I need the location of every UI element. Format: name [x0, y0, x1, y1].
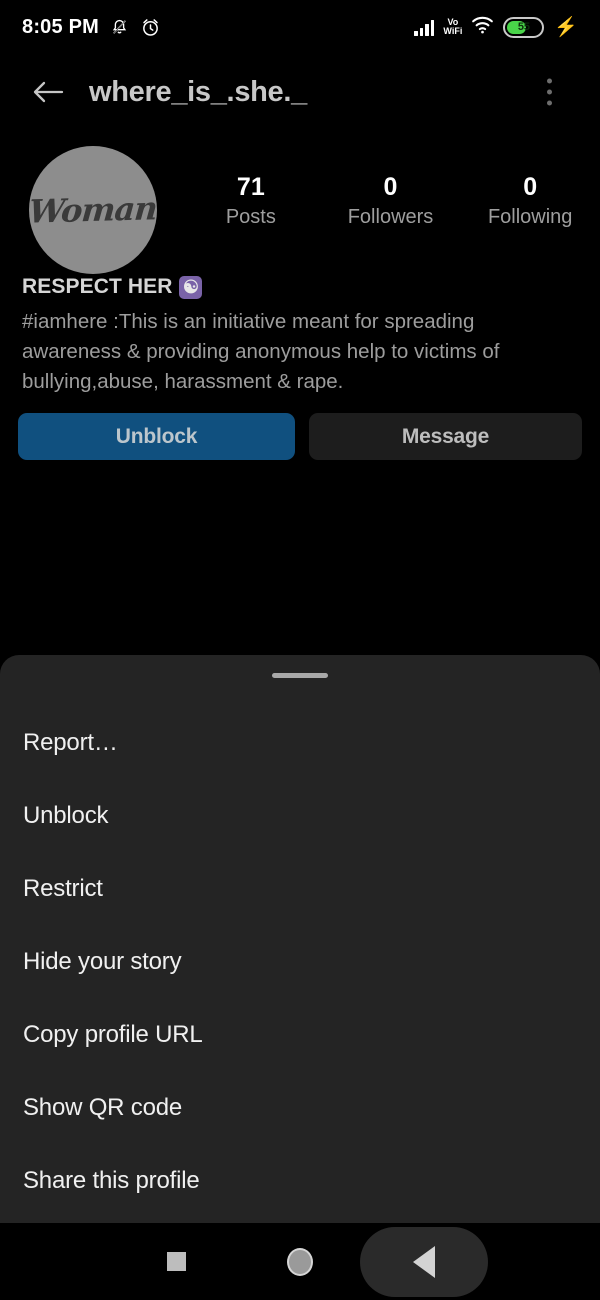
bottom-sheet: Report… Unblock Restrict Hide your story… — [0, 655, 600, 1223]
stat-followers-label: Followers — [347, 206, 434, 228]
bio-title-row: RESPECT HER ☯ — [22, 274, 578, 300]
back-arrow-icon[interactable] — [20, 64, 76, 120]
avatar-label: Woman — [29, 189, 157, 231]
message-button[interactable]: Message — [309, 413, 582, 460]
bio-title: RESPECT HER — [22, 275, 173, 298]
app-bar: where_is_.she._ — [0, 54, 600, 130]
stat-following[interactable]: 0 Following — [460, 172, 600, 232]
stat-posts[interactable]: 71 Posts — [181, 172, 321, 232]
vowifi-indicator: Vo WiFi — [443, 17, 463, 37]
battery-indicator: 55 — [503, 16, 545, 38]
profile-stats: 71 Posts 0 Followers 0 Following — [181, 172, 600, 232]
stat-followers[interactable]: 0 Followers — [321, 172, 461, 232]
charging-bolt-icon: ⚡ — [554, 16, 578, 38]
stat-posts-label: Posts — [225, 206, 276, 228]
menu-item-show-qr-code[interactable]: Show QR code — [0, 1071, 600, 1144]
profile-actions: Unblock Message — [18, 413, 582, 460]
status-bar: 8:05 PM Vo WiFi 55 ⚡ — [0, 0, 600, 54]
status-bar-clock: 8:05 PM — [22, 15, 99, 38]
profile-bio: RESPECT HER ☯ #iamhere :This is an initi… — [22, 274, 578, 397]
square-recents-icon[interactable] — [128, 1229, 224, 1295]
menu-item-copy-profile-url[interactable]: Copy profile URL — [0, 998, 600, 1071]
vowifi-line2: WiFi — [443, 26, 463, 36]
status-bar-right: Vo WiFi 55 ⚡ — [414, 15, 578, 39]
menu-item-restrict[interactable]: Restrict — [0, 852, 600, 925]
profile-header: Woman 71 Posts 0 Followers 0 Following — [0, 146, 600, 274]
menu-item-hide-your-story[interactable]: Hide your story — [0, 925, 600, 998]
menu-item-report[interactable]: Report… — [0, 706, 600, 779]
drag-handle[interactable] — [272, 673, 328, 678]
stat-following-value: 0 — [523, 173, 538, 201]
stat-followers-value: 0 — [383, 173, 398, 201]
bio-text: #iamhere :This is an initiative meant fo… — [22, 310, 500, 393]
avatar[interactable]: Woman — [29, 146, 157, 274]
wifi-icon — [471, 15, 494, 39]
yin-yang-icon: ☯ — [179, 275, 203, 299]
alarm-clock-icon — [140, 17, 161, 38]
battery-percent-label: 55 — [517, 21, 530, 33]
kebab-menu-icon[interactable] — [537, 71, 562, 114]
phone-screen: 8:05 PM Vo WiFi 55 ⚡ where_is_.she._ Wom… — [0, 0, 600, 1300]
status-bar-left: 8:05 PM — [22, 16, 161, 39]
cellular-signal-icon — [414, 19, 435, 36]
stat-following-label: Following — [487, 206, 573, 228]
bell-muted-icon — [110, 17, 129, 38]
menu-item-share-this-profile[interactable]: Share this profile — [0, 1144, 600, 1217]
bottom-sheet-menu: Report… Unblock Restrict Hide your story… — [0, 706, 600, 1217]
circle-home-icon[interactable] — [252, 1229, 348, 1295]
triangle-back-icon[interactable] — [360, 1226, 488, 1297]
menu-item-unblock[interactable]: Unblock — [0, 779, 600, 852]
android-nav-bar — [0, 1223, 600, 1300]
page-title: where_is_.she._ — [89, 75, 307, 108]
unblock-button[interactable]: Unblock — [18, 413, 295, 460]
stat-posts-value: 71 — [236, 173, 265, 201]
